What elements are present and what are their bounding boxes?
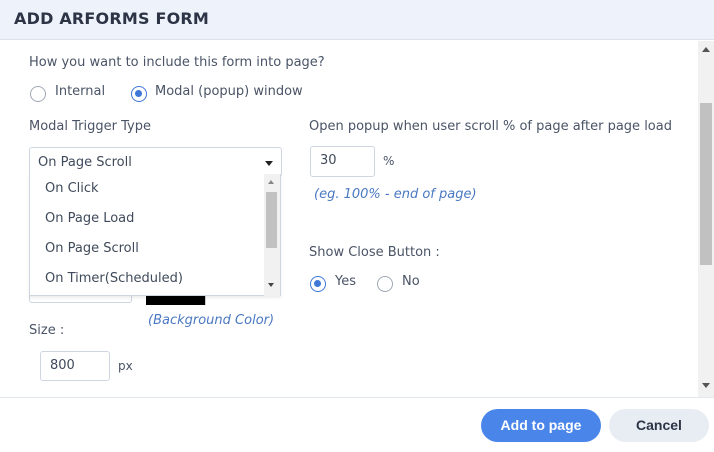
close-button-label: Show Close Button : bbox=[309, 245, 440, 260]
scroll-percent-value: 30 bbox=[320, 153, 337, 168]
modal-header: ADD ARFORMS FORM bbox=[0, 0, 714, 40]
cancel-button[interactable]: Cancel bbox=[609, 409, 709, 442]
scroll-percent-input[interactable]: 30 bbox=[310, 146, 375, 177]
trigger-type-value: On Page Scroll bbox=[38, 155, 132, 170]
trigger-type-label: Modal Trigger Type bbox=[29, 119, 151, 134]
scroll-down-icon[interactable] bbox=[702, 383, 710, 388]
dropdown-option-on-page-scroll[interactable]: On Page Scroll bbox=[45, 241, 139, 256]
background-color-hint: (Background Color) bbox=[148, 313, 275, 328]
modal-scroll-thumb[interactable] bbox=[700, 103, 712, 265]
chevron-down-icon[interactable] bbox=[265, 161, 273, 166]
radio-close-yes-label[interactable]: Yes bbox=[335, 274, 356, 289]
radio-modal[interactable] bbox=[131, 86, 147, 102]
dropdown-scroll-thumb[interactable] bbox=[266, 192, 277, 248]
radio-close-no-label[interactable]: No bbox=[402, 274, 420, 289]
scroll-percent-label: Open popup when user scroll % of page af… bbox=[309, 119, 672, 134]
radio-internal[interactable] bbox=[30, 86, 46, 102]
trigger-type-select[interactable]: On Page Scroll bbox=[29, 147, 282, 177]
scroll-percent-unit: % bbox=[383, 154, 395, 168]
radio-internal-label[interactable]: Internal bbox=[55, 84, 105, 99]
dropdown-option-on-click[interactable]: On Click bbox=[45, 181, 99, 196]
size-label: Size : bbox=[29, 323, 65, 338]
trigger-type-dropdown[interactable]: On Click On Page Load On Page Scroll On … bbox=[29, 174, 281, 296]
dropdown-scrollbar[interactable] bbox=[264, 174, 280, 296]
modal-title: ADD ARFORMS FORM bbox=[14, 9, 210, 28]
scroll-up-icon[interactable] bbox=[702, 47, 710, 52]
width-unit: px bbox=[118, 359, 133, 373]
radio-modal-label[interactable]: Modal (popup) window bbox=[155, 84, 303, 99]
scroll-percent-hint: (eg. 100% - end of page) bbox=[314, 187, 477, 202]
radio-close-no[interactable] bbox=[377, 276, 393, 292]
radio-close-yes[interactable] bbox=[310, 276, 326, 292]
include-question: How you want to include this form into p… bbox=[29, 55, 325, 70]
scroll-up-icon[interactable] bbox=[268, 180, 274, 184]
add-to-page-button[interactable]: Add to page bbox=[481, 409, 601, 442]
dropdown-option-on-timer[interactable]: On Timer(Scheduled) bbox=[45, 271, 183, 286]
width-input[interactable]: 800 bbox=[40, 351, 110, 381]
dropdown-option-on-page-load[interactable]: On Page Load bbox=[45, 211, 134, 226]
modal-footer: Add to page Cancel bbox=[0, 397, 714, 452]
modal-scrollbar[interactable] bbox=[698, 41, 714, 397]
modal-body: How you want to include this form into p… bbox=[0, 41, 714, 397]
scroll-down-icon[interactable] bbox=[268, 283, 274, 287]
width-value: 800 bbox=[50, 358, 75, 373]
